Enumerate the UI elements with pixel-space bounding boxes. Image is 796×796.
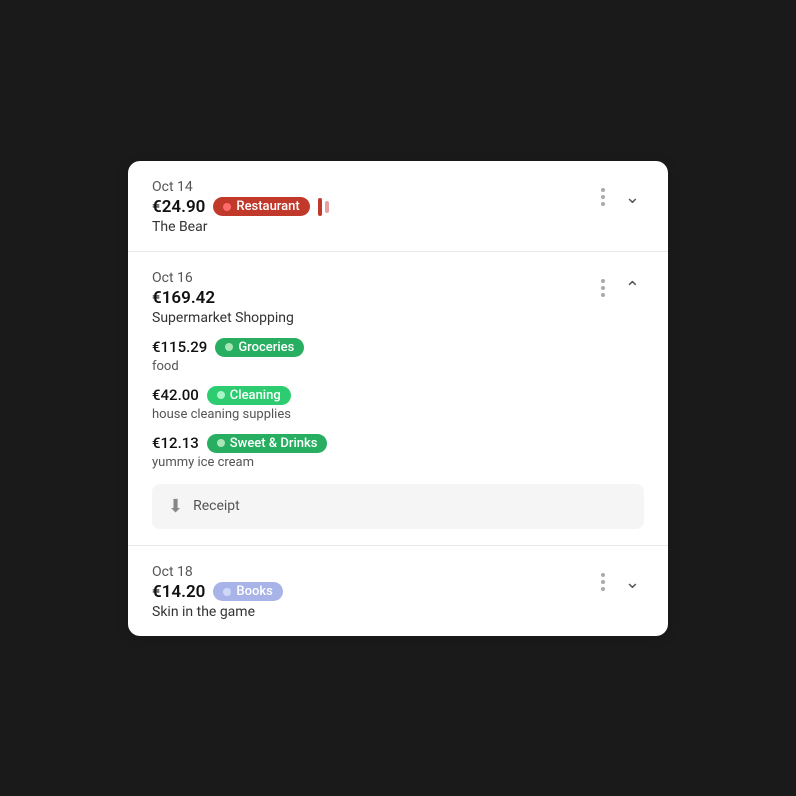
chevron-up-icon[interactable]: ⌃ — [621, 274, 644, 303]
sub-tag-label: Cleaning — [230, 388, 281, 403]
tag-label: Restaurant — [236, 199, 299, 214]
tag-dot — [223, 588, 231, 596]
transaction-description: The Bear — [152, 219, 329, 235]
more-options-button[interactable] — [597, 184, 609, 210]
sub-tag-cleaning-1[interactable]: Cleaning — [207, 386, 291, 405]
sub-item-0: €115.29 Groceries food — [152, 338, 644, 374]
transaction-description: Supermarket Shopping — [152, 310, 294, 326]
sub-tag-sweet-2[interactable]: Sweet & Drinks — [207, 434, 328, 453]
more-options-button[interactable] — [597, 569, 609, 595]
sub-description: house cleaning supplies — [152, 407, 644, 422]
transaction-amount: €14.20 — [152, 582, 205, 602]
sub-amount: €12.13 — [152, 434, 199, 452]
transaction-right: ⌄ — [597, 179, 644, 212]
sub-amount-row: €42.00 Cleaning — [152, 386, 644, 405]
amount-row: €169.42 — [152, 288, 294, 308]
sub-amount-row: €115.29 Groceries — [152, 338, 644, 357]
transaction-left: Oct 14 €24.90 Restaurant The Bear — [152, 179, 329, 235]
bar-line-1 — [318, 198, 322, 216]
sub-description: food — [152, 359, 644, 374]
transaction-left: Oct 16 €169.42 Supermarket Shopping — [152, 270, 294, 326]
sub-tag-dot — [217, 439, 225, 447]
sub-amount-row: €12.13 Sweet & Drinks — [152, 434, 644, 453]
transaction-date: Oct 14 — [152, 179, 329, 195]
sub-amount: €115.29 — [152, 338, 207, 356]
transaction-header: Oct 16 €169.42 Supermarket Shopping ⌃ — [152, 270, 644, 326]
transaction-date: Oct 18 — [152, 564, 283, 580]
transaction-header: Oct 14 €24.90 Restaurant The Bear — [152, 179, 644, 235]
tag-books[interactable]: Books — [213, 582, 282, 601]
sub-tag-label: Sweet & Drinks — [230, 436, 318, 451]
download-icon: ⬇ — [168, 496, 183, 517]
transaction-description: Skin in the game — [152, 604, 283, 620]
transaction-right: ⌄ — [597, 564, 644, 597]
sub-tag-dot — [217, 391, 225, 399]
amount-row: €24.90 Restaurant — [152, 197, 329, 217]
transactions-card: Oct 14 €24.90 Restaurant The Bear — [128, 161, 668, 636]
sub-tag-dot — [225, 343, 233, 351]
transaction-t3: Oct 18 €14.20 Books Skin in the game ⌄ — [128, 545, 668, 636]
tag-label: Books — [236, 584, 272, 599]
receipt-bar[interactable]: ⬇ Receipt — [152, 484, 644, 529]
transaction-amount: €169.42 — [152, 288, 215, 308]
bar-line-2 — [325, 201, 329, 213]
sub-tag-label: Groceries — [238, 340, 294, 355]
transaction-amount: €24.90 — [152, 197, 205, 217]
transaction-right: ⌃ — [597, 270, 644, 303]
transaction-left: Oct 18 €14.20 Books Skin in the game — [152, 564, 283, 620]
sub-amount: €42.00 — [152, 386, 199, 404]
tag-dot — [223, 203, 231, 211]
transaction-t1: Oct 14 €24.90 Restaurant The Bear — [128, 161, 668, 251]
tag-restaurant[interactable]: Restaurant — [213, 197, 309, 216]
sub-item-2: €12.13 Sweet & Drinks yummy ice cream — [152, 434, 644, 470]
more-options-button[interactable] — [597, 275, 609, 301]
chevron-down-icon[interactable]: ⌄ — [621, 183, 644, 212]
sub-description: yummy ice cream — [152, 455, 644, 470]
sub-tag-groceries-0[interactable]: Groceries — [215, 338, 304, 357]
sub-item-1: €42.00 Cleaning house cleaning supplies — [152, 386, 644, 422]
sub-items: €115.29 Groceries food €42.00 Cleaning h… — [152, 338, 644, 470]
transaction-header: Oct 18 €14.20 Books Skin in the game ⌄ — [152, 564, 644, 620]
transaction-t2: Oct 16 €169.42 Supermarket Shopping ⌃ — [128, 251, 668, 545]
amount-row: €14.20 Books — [152, 582, 283, 602]
receipt-label: Receipt — [193, 498, 240, 514]
chevron-down-icon[interactable]: ⌄ — [621, 568, 644, 597]
bar-decoration — [318, 198, 329, 216]
transaction-date: Oct 16 — [152, 270, 294, 286]
